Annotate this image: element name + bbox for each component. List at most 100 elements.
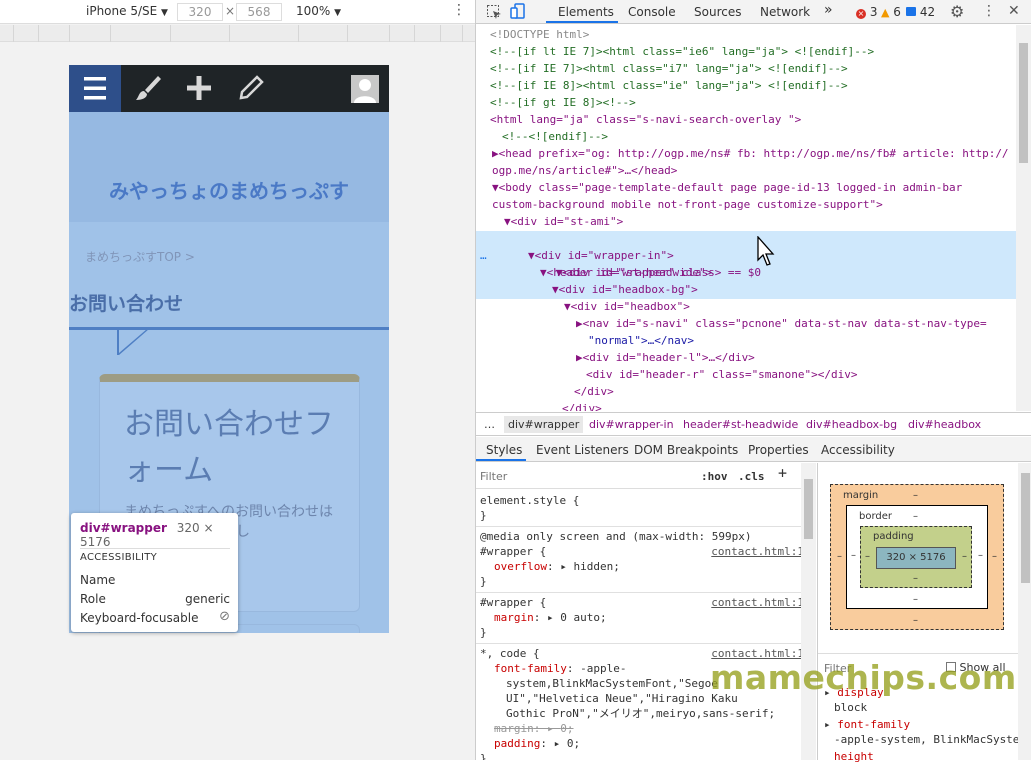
breadcrumb[interactable]: まめちっぷすTOP > [85,248,195,265]
media-query: @media only screen and (max-width: 599px… [480,530,752,543]
site-nav-bar [69,65,389,112]
chevron-down-icon: ▼ [161,8,168,18]
watermark: mamechips.com [710,658,1017,697]
breadcrumb-headbox[interactable]: div#headbox [908,418,981,431]
tooltip-element: div#wrapper [80,521,167,535]
settings-gear-icon[interactable]: ⚙ [950,2,964,21]
active-tab-indicator [546,21,618,23]
dom-line[interactable]: <div id="header-r" class="smanone"></div… [476,367,1016,384]
class-toggle[interactable]: .cls [738,469,765,484]
add-rule-button[interactable]: + [778,466,787,481]
element-style-rule[interactable]: element.style { [480,493,800,508]
close-icon[interactable]: ✕ [1008,3,1020,19]
box-model-pane: margin – – – – border – – – – padding – … [817,463,1031,763]
paintbrush-icon[interactable] [133,73,163,103]
dom-line[interactable]: <!--[if gt IE 8]><!--> [476,95,1016,112]
box-content[interactable]: 320 × 5176 [876,547,956,569]
source-link[interactable]: contact.html:1 [711,544,804,559]
dom-line[interactable]: ▶<nav id="s-navi" class="pcnone" data-st… [476,316,1016,333]
breadcrumb-header[interactable]: header#st-headwide [683,418,798,431]
tab-elements[interactable]: Elements [558,5,614,19]
hamburger-menu-button[interactable] [69,65,121,112]
page-title: お問い合わせ [69,293,184,315]
zoom-select[interactable]: 100% ▼ [296,4,341,18]
device-toolbar-icon[interactable] [510,3,526,20]
menu-icon [84,77,106,100]
error-icon: × [856,9,866,19]
computed-row[interactable]: height [824,749,1019,764]
dom-line[interactable]: custom-background mobile not-front-page … [476,197,1016,214]
dom-line[interactable]: ▼<body class="page-template-default page… [476,180,1016,197]
styles-scrollbar[interactable] [801,463,816,760]
warning-count[interactable]: ▲ 6 [881,5,901,19]
media-query-ruler[interactable] [0,25,475,42]
width-input[interactable]: 320 [177,3,223,21]
styles-pane: :hov .cls + element.style { } @media onl… [476,463,816,760]
tab-dom-breakpoints[interactable]: DOM Breakpoints [634,443,738,457]
dom-line[interactable]: </div> [476,401,1016,411]
box-model-scrollbar[interactable] [1018,463,1031,760]
dom-line[interactable]: ▶<head prefix="og: http://ogp.me/ns# fb:… [476,146,1016,163]
dom-line[interactable]: <!--[if lt IE 7]><html class="ie6" lang=… [476,44,1016,61]
avatar-icon[interactable] [351,74,379,104]
breadcrumb-wrapper[interactable]: div#wrapper [504,416,584,433]
tooltip-row-focusable: Keyboard-focusable ⊘ [80,609,230,625]
tab-console[interactable]: Console [628,5,676,19]
active-subtab-indicator [476,459,526,461]
dom-line[interactable]: ▼<div id="wrapper-in"> [476,248,1016,265]
dom-line[interactable]: <html lang="ja" class="s-navi-search-ove… [476,112,1016,129]
dom-line[interactable]: <!DOCTYPE html> [476,27,1016,44]
sidebar-tabbar: Styles Event Listeners DOM Breakpoints P… [476,437,1031,462]
dimension-separator: × [225,4,236,18]
styles-filter-row: :hov .cls + [476,463,816,489]
breadcrumb-headbox-bg[interactable]: div#headbox-bg [806,418,897,431]
tooltip-row-name: Name [80,573,116,587]
message-icon [906,7,916,16]
breadcrumb-wrapper-in[interactable]: div#wrapper-in [589,418,674,431]
dom-breadcrumb: … div#wrapper div#wrapper-in header#st-h… [476,412,1031,436]
dom-scrollbar[interactable] [1016,25,1031,411]
warning-icon: ▲ [881,6,890,19]
more-options-icon[interactable]: ⋮ [452,2,466,18]
computed-row[interactable]: ▸ font-family [824,717,1019,732]
device-toolbar: iPhone 5/SE ▼ 320 × 568 100% ▼ ⋮ [0,0,475,24]
dom-line[interactable]: ▼<div id="headbox"> [476,299,1016,316]
dom-line[interactable]: ▶<div id="header-l">…</div> [476,350,1016,367]
devtools-tabbar: Elements Console Sources Network » × 3 ▲… [476,0,1031,24]
site-header [69,112,389,222]
tab-network[interactable]: Network [760,5,810,19]
inspect-tooltip: div#wrapper 320 × 5176 ACCESSIBILITY Nam… [71,513,238,632]
tab-accessibility[interactable]: Accessibility [821,443,895,457]
more-options-icon[interactable]: ⋮ [982,3,996,19]
dom-line[interactable]: "normal">…</nav> [476,333,1016,350]
styles-filter-input[interactable] [480,467,690,485]
card-title: お問い合わせフォーム [124,407,334,488]
speech-pointer-icon [117,329,149,355]
dom-line[interactable]: <!--[if IE 8]><html class="ie" lang="ja"… [476,78,1016,95]
error-count[interactable]: × 3 [856,5,877,19]
dom-line[interactable]: <!--<![endif]--> [476,129,1016,146]
dom-tree[interactable]: <!DOCTYPE html> <!--[if lt IE 7]><html c… [476,25,1016,411]
hover-state-toggle[interactable]: :hov [701,469,728,484]
tab-styles[interactable]: Styles [486,443,522,457]
tab-properties[interactable]: Properties [748,443,809,457]
height-input[interactable]: 568 [236,3,282,21]
source-link[interactable]: contact.html:1 [711,595,804,610]
more-tabs-button[interactable]: » [824,2,833,18]
inspect-element-icon[interactable] [486,4,502,20]
tooltip-row-role: Role generic [80,592,230,606]
pencil-icon[interactable] [236,73,266,103]
device-select[interactable]: iPhone 5/SE ▼ [86,4,168,18]
dom-line[interactable]: </div> [476,384,1016,401]
tab-sources[interactable]: Sources [694,5,741,19]
site-title[interactable]: みやっちょのまめちっぷす [69,175,389,204]
message-count[interactable]: 42 [906,5,935,19]
tab-event-listeners[interactable]: Event Listeners [536,443,629,457]
plus-icon[interactable] [184,73,214,103]
not-allowed-icon: ⊘ [219,609,230,624]
dom-line[interactable]: ▼<div id="headbox-bg"> [476,282,1016,299]
dom-line[interactable]: <!--[if IE 7]><html class="i7" lang="ja"… [476,61,1016,78]
dom-line[interactable]: ogp.me/ns/article#">…</head> [476,163,1016,180]
dom-line[interactable]: ▼<header id="st-headwide"> [476,265,1016,282]
dom-line[interactable]: ▼<div id="st-ami"> [476,214,1016,231]
